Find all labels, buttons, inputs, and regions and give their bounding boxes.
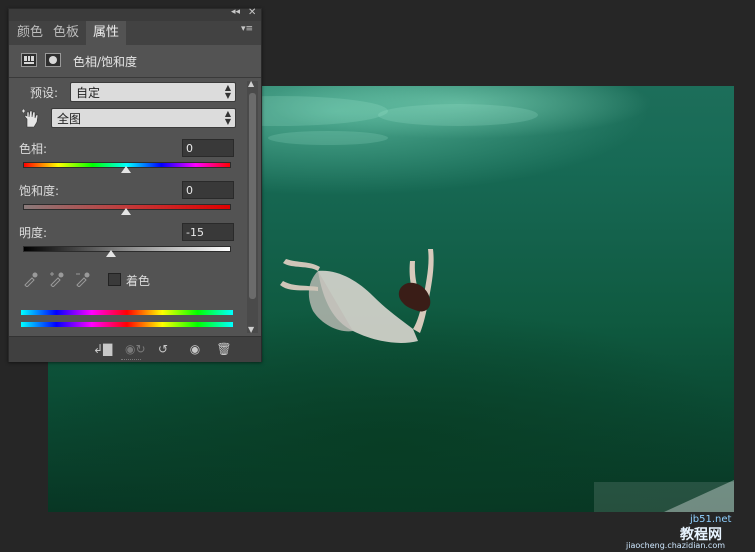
lightness-slider-handle[interactable] [105,250,116,257]
collapse-icon[interactable]: ◂◂ [231,7,240,17]
lightness-input[interactable]: -15 [182,223,234,241]
colorize-checkbox[interactable] [108,273,121,286]
scroll-up-icon[interactable]: ▲ [248,79,254,88]
scroll-down-icon[interactable]: ▼ [248,325,254,334]
visibility-eye-icon[interactable]: ◉ [187,342,203,356]
lightness-label: 明度: [19,226,48,240]
select-arrows-icon: ▲ ▼ [224,109,231,126]
lightness-slider-track[interactable] [23,246,231,252]
preset-value: 自定 [76,86,101,100]
panel-footer: ↲▇ ◉↻ ↺ ◉ 🗑 [9,336,261,362]
view-previous-state-icon[interactable]: ◉↻ [125,342,146,356]
channel-select[interactable]: 全图 ▲ ▼ [51,108,236,128]
targeted-adjustment-hand-icon[interactable] [21,109,41,129]
watermark-url: jiaocheng.chazidian.com [626,541,726,550]
eyedropper-minus-icon[interactable] [75,271,91,287]
hue-label: 色相: [19,142,48,156]
properties-panel: ◂◂ ✕ 颜色 色板 属性 ▾≡ 色相/饱和度 预设: 自定 ▲ ▼ 全图 ▲ ▼ … [8,7,262,362]
panel-title-strip[interactable]: ◂◂ ✕ [9,7,261,21]
hue-input[interactable]: 0 [182,139,234,157]
output-color-bar [21,322,233,327]
tab-swatches[interactable]: 色板 [49,21,83,45]
close-icon[interactable]: ✕ [248,7,256,18]
tab-color[interactable]: 颜色 [13,21,47,45]
adjustment-title: 色相/饱和度 [73,55,138,69]
saturation-label: 饱和度: [19,184,60,198]
panel-menu-icon[interactable]: ▾≡ [241,24,253,34]
adjustment-layer-icon[interactable] [21,53,37,67]
hue-slider-handle[interactable] [121,166,131,173]
trash-icon[interactable]: 🗑 [216,342,232,356]
light-ripple [378,104,538,126]
panel-scrollbar[interactable]: ▲ ▼ [247,79,258,334]
channel-value: 全图 [57,112,82,126]
saturation-input[interactable]: 0 [182,181,234,199]
resize-grip[interactable] [121,359,141,362]
saturation-slider-handle[interactable] [121,208,131,215]
eyedropper-plus-icon[interactable] [49,271,65,287]
diving-woman-figure [280,249,434,343]
select-arrows-icon: ▲ ▼ [224,83,231,100]
mask-icon[interactable] [45,53,61,67]
tab-properties[interactable]: 属性 [86,21,126,45]
input-color-bar [21,310,233,315]
scrollbar-thumb[interactable] [249,93,256,299]
colorize-label: 着色 [126,274,151,288]
preset-select[interactable]: 自定 ▲ ▼ [70,82,236,102]
reset-icon[interactable]: ↺ [155,342,171,356]
preset-label: 预设: [30,86,59,100]
eyedropper-icon[interactable] [23,271,39,287]
site-watermark [594,480,734,512]
clip-to-layer-icon[interactable]: ↲▇ [93,342,112,356]
properties-header: 色相/饱和度 [9,45,261,78]
light-ripple [268,131,388,145]
